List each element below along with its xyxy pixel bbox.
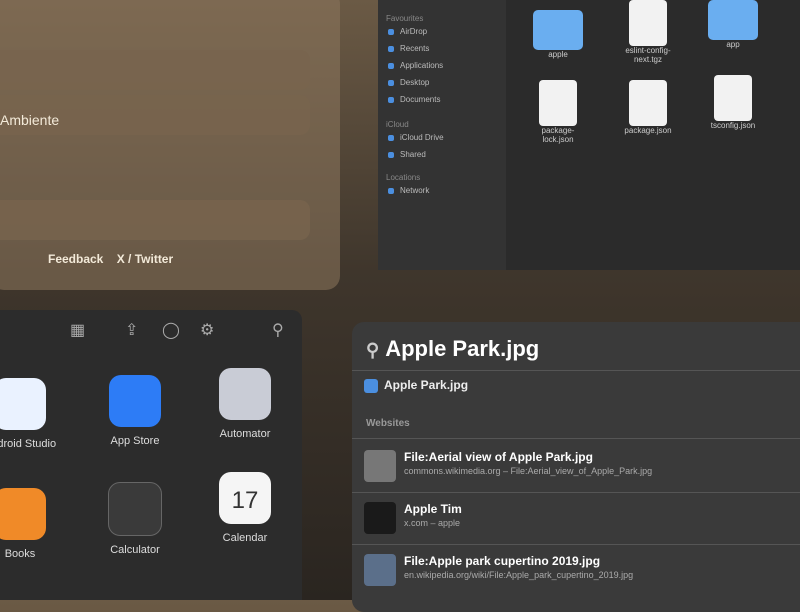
app-label: Automator: [219, 428, 271, 440]
bg-address-text: Ambiente: [0, 112, 60, 128]
folder-icon: [533, 10, 583, 50]
file-tgz[interactable]: eslint-config-next.tgz: [618, 0, 678, 64]
file-package-lock[interactable]: package-lock.json: [528, 80, 588, 144]
divider: [352, 438, 800, 439]
search-icon[interactable]: ⚲: [272, 320, 284, 340]
background-browser-window: Ambiente: [0, 0, 340, 290]
app-store-icon: [109, 375, 161, 427]
result-title: Apple Tim: [404, 502, 462, 516]
sidebar-heading-favourites: Favourites: [386, 14, 424, 23]
folder-icon: [708, 0, 758, 40]
spotlight-top-hit[interactable]: Apple Park.jpg: [364, 378, 468, 393]
sidebar-item-airdrop[interactable]: AirDrop: [378, 23, 506, 40]
result-subtitle: x.com – apple: [404, 518, 461, 528]
bg-bar-1: [0, 50, 310, 90]
footer-link-feedback[interactable]: Feedback: [48, 252, 103, 266]
file-tsconfig[interactable]: tsconfig.json: [703, 75, 763, 130]
applications-toolbar: ▦ ⇪ ◯ ⚙ ⚲: [0, 310, 302, 348]
tag-icon[interactable]: ◯: [162, 320, 180, 340]
sidebar-heading-icloud: iCloud: [386, 120, 409, 129]
calculator-icon: [108, 482, 162, 536]
file-label: app: [726, 40, 740, 49]
bg-bar-3: [0, 200, 310, 240]
file-label: eslint-config-next.tgz: [625, 46, 671, 64]
sidebar-item-desktop[interactable]: Desktop: [378, 74, 506, 91]
result-title: File:Apple park cupertino 2019.jpg: [404, 554, 601, 568]
file-apple[interactable]: apple: [528, 10, 588, 59]
section-websites: Websites: [366, 418, 410, 429]
spotlight-query[interactable]: Apple Park.jpg: [385, 336, 539, 361]
sidebar-item-shared[interactable]: Shared: [378, 146, 506, 163]
image-file-icon: [364, 378, 378, 393]
result-thumbnail: [364, 502, 396, 534]
document-icon: [629, 80, 667, 126]
calendar-icon: 17: [219, 472, 271, 524]
file-label: tsconfig.json: [710, 121, 756, 130]
sidebar-item-network[interactable]: Network: [378, 182, 506, 199]
app-label: App Store: [110, 435, 160, 447]
divider: [352, 544, 800, 545]
finder-window: Favourites AirDrop Recents Applications …: [378, 0, 800, 270]
app-label: Books: [4, 548, 36, 560]
sidebar-heading-locations: Locations: [386, 173, 421, 182]
divider: [352, 370, 800, 371]
app-label: Calendar: [222, 532, 268, 544]
document-icon: [629, 0, 667, 46]
app-android-studio[interactable]: Android Studio: [0, 378, 65, 450]
sidebar-item-recents[interactable]: Recents: [378, 40, 506, 57]
app-app-store[interactable]: App Store: [90, 375, 180, 447]
app-books[interactable]: Books: [0, 488, 65, 560]
result-thumbnail: [364, 554, 396, 586]
spotlight-result[interactable]: Apple Tim x.com – apple: [364, 498, 800, 542]
sidebar-item-applications[interactable]: Applications: [378, 57, 506, 74]
file-label: package.json: [624, 126, 672, 135]
footer-link-twitter[interactable]: X / Twitter: [117, 252, 173, 266]
file-label: apple: [548, 50, 568, 59]
app-label: Calculator: [110, 544, 160, 556]
finder-sidebar: Favourites AirDrop Recents Applications …: [378, 0, 506, 270]
magnifier-icon: ⚲: [366, 340, 380, 360]
file-package[interactable]: package.json: [618, 80, 678, 135]
file-app[interactable]: app: [703, 0, 763, 49]
top-hit-label: Apple Park.jpg: [384, 378, 469, 392]
result-title: File:Aerial view of Apple Park.jpg: [404, 450, 593, 464]
spotlight-result[interactable]: File:Aerial view of Apple Park.jpg commo…: [364, 446, 800, 490]
sidebar-item-icloud-drive[interactable]: iCloud Drive: [378, 129, 506, 146]
spotlight-result[interactable]: File:Apple park cupertino 2019.jpg en.wi…: [364, 550, 800, 594]
bg-footer: Feedback X / Twitter: [48, 252, 173, 266]
share-icon[interactable]: ⇪: [125, 320, 138, 340]
automator-icon: [219, 368, 271, 420]
document-icon: [714, 75, 752, 121]
file-label: package-lock.json: [541, 126, 575, 144]
divider: [352, 492, 800, 493]
spotlight-panel: ⚲ Apple Park.jpg Apple Park.jpg Websites …: [352, 322, 800, 612]
calendar-day: 17: [231, 487, 259, 514]
applications-window: ▦ ⇪ ◯ ⚙ ⚲ Android Studio App Store Autom…: [0, 310, 302, 600]
view-grid-icon[interactable]: ▦: [70, 320, 85, 340]
action-gear-icon[interactable]: ⚙: [200, 320, 214, 340]
finder-file-grid: apple eslint-config-next.tgz app package…: [528, 0, 800, 270]
app-label: Android Studio: [0, 438, 57, 450]
result-thumbnail: [364, 450, 396, 482]
spotlight-search-field[interactable]: ⚲ Apple Park.jpg: [366, 336, 539, 362]
app-automator[interactable]: Automator: [200, 368, 290, 440]
document-icon: [539, 80, 577, 126]
result-subtitle: en.wikipedia.org/wiki/File:Apple_park_cu…: [404, 570, 634, 580]
app-calendar[interactable]: 17 Calendar: [200, 472, 290, 544]
android-studio-icon: [0, 378, 46, 430]
books-icon: [0, 488, 46, 540]
app-calculator[interactable]: Calculator: [90, 482, 180, 556]
sidebar-item-documents[interactable]: Documents: [378, 91, 506, 108]
result-subtitle: commons.wikimedia.org – File:Aerial_view…: [404, 466, 653, 476]
